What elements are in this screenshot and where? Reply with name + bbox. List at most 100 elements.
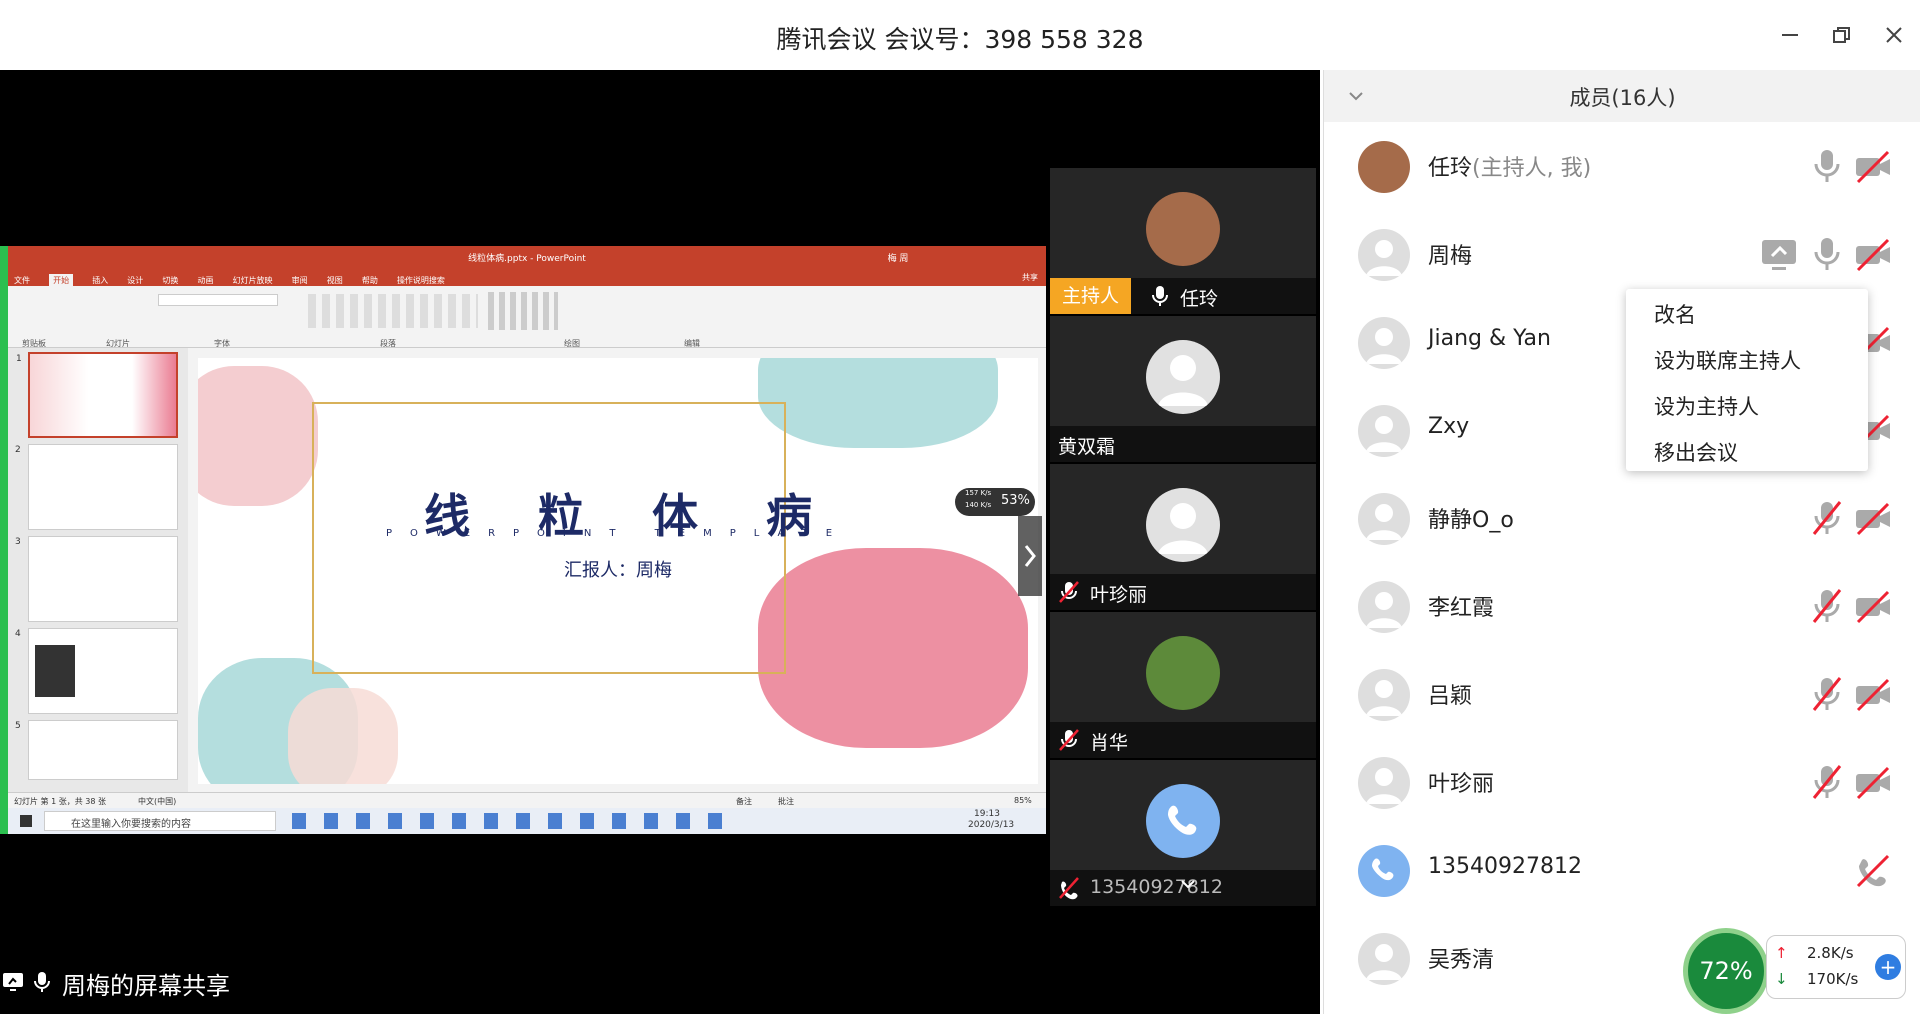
slide-reporter: 汇报人：周梅 <box>564 560 672 581</box>
restore-icon[interactable] <box>1822 18 1862 52</box>
ppt-status-bar: 幻灯片 第 1 张，共 38 张 中文(中国) 备注 批注 85% <box>8 792 1046 808</box>
mic-icon <box>32 970 52 1000</box>
mic-icon[interactable] <box>1808 146 1846 186</box>
slide-thumbnail[interactable]: 1 <box>16 352 178 438</box>
members-count-title: 成员(16人) <box>1569 86 1676 110</box>
avatar <box>1146 636 1220 710</box>
mic-icon <box>1150 284 1170 313</box>
video-off-icon[interactable] <box>1854 146 1892 186</box>
avatar <box>1358 405 1410 457</box>
mic-icon[interactable] <box>1808 234 1846 274</box>
avatar <box>1358 493 1410 545</box>
host-badge: 主持人 <box>1050 278 1132 314</box>
slide-thumbnail[interactable]: 4 <box>15 628 178 714</box>
member-row[interactable]: 静静O_o <box>1324 474 1920 562</box>
screen-share-icon <box>1760 234 1798 274</box>
close-icon[interactable] <box>1874 18 1914 52</box>
video-off-icon[interactable] <box>1854 234 1892 274</box>
taskbar-search-input[interactable]: 在这里输入你要搜索的内容 <box>44 811 276 831</box>
mic-muted-icon[interactable] <box>1808 762 1846 802</box>
video-tile[interactable]: 13540927812 <box>1050 760 1316 906</box>
video-off-icon[interactable] <box>1854 586 1892 626</box>
menu-item-remove[interactable]: 移出会议 <box>1654 437 1738 467</box>
slide-thumbnail[interactable]: 3 <box>15 536 178 622</box>
ppt-tab-review[interactable]: 审阅 <box>292 275 308 286</box>
phone-muted-icon <box>1058 876 1080 905</box>
member-row[interactable]: 李红霞 <box>1324 562 1920 650</box>
screen-share-owner: 周梅的屏幕共享 <box>62 972 230 1000</box>
video-off-icon[interactable] <box>1854 498 1892 538</box>
ppt-tab-design[interactable]: 设计 <box>127 275 143 286</box>
member-role-tag: (主持人, 我) <box>1472 156 1592 181</box>
download-speed: 170K/s <box>1807 970 1859 988</box>
windows-start-icon[interactable] <box>20 815 32 827</box>
members-panel: 成员(16人) 任玲(主持人, 我) 周梅 Jiang & Yan Zxy 静静… <box>1323 70 1920 1014</box>
current-slide: 线 粒 体 病 POWERPOINT TEMPLATE 汇报人：周梅 <box>198 358 1038 784</box>
screen-share-icon <box>2 970 26 1000</box>
menu-item-rename[interactable]: 改名 <box>1654 299 1696 329</box>
video-off-icon[interactable] <box>1854 762 1892 802</box>
member-row[interactable]: 13540927812 <box>1324 826 1920 914</box>
member-name: 任玲 <box>1428 156 1473 181</box>
ppt-tab-insert[interactable]: 插入 <box>92 275 108 286</box>
chevron-down-icon[interactable] <box>1178 874 1198 899</box>
phone-muted-icon[interactable] <box>1854 850 1892 890</box>
next-page-arrow[interactable] <box>1018 516 1042 596</box>
windows-taskbar: 在这里输入你要搜索的内容 19:13 2020/3/13 <box>8 808 1046 834</box>
video-name-bar: 肖华 <box>1050 722 1316 758</box>
ppt-tab-help[interactable]: 帮助 <box>362 275 378 286</box>
ppt-tab-animations[interactable]: 动画 <box>197 275 213 286</box>
avatar <box>1358 581 1410 633</box>
ppt-tell-me[interactable]: 操作说明搜索 <box>397 275 445 286</box>
ppt-title-bar: 线粒体病.pptx - PowerPoint 梅 周 <box>8 246 1046 268</box>
shared-ppt-window: 线粒体病.pptx - PowerPoint 梅 周 文件 开始 插入 设计 切… <box>0 246 1046 834</box>
video-tile[interactable]: 主持人 任玲 <box>1050 168 1316 314</box>
ppt-tab-transitions[interactable]: 切换 <box>162 275 178 286</box>
minimize-icon[interactable] <box>1770 18 1810 52</box>
ppt-share-button[interactable]: 共享 <box>1022 272 1038 283</box>
taskbar-app-icons[interactable] <box>292 813 732 829</box>
phone-avatar <box>1358 845 1410 897</box>
video-gallery: 主持人 任玲 黄双霜 叶珍丽 肖华 13540927812 <box>1050 168 1316 914</box>
comments-button[interactable]: 批注 <box>778 796 794 807</box>
video-tile[interactable]: 肖华 <box>1050 612 1316 758</box>
slide-thumbnail[interactable]: 2 <box>15 444 178 530</box>
ppt-tab-view[interactable]: 视图 <box>327 275 343 286</box>
avatar <box>1146 192 1220 266</box>
decor-blob <box>758 358 998 448</box>
avatar <box>1358 669 1410 721</box>
ribbon-group-drawing: 绘图 <box>564 339 580 348</box>
mic-muted-icon[interactable] <box>1808 498 1846 538</box>
menu-item-set-cohost[interactable]: 设为联席主持人 <box>1654 345 1801 375</box>
member-name: 周梅 <box>1428 244 1473 269</box>
avatar <box>1358 757 1410 809</box>
ribbon-group-font: 字体 <box>214 339 230 348</box>
mic-muted-icon[interactable] <box>1808 586 1846 626</box>
member-row[interactable]: 周梅 <box>1324 210 1920 298</box>
member-row[interactable]: 吕颖 <box>1324 650 1920 738</box>
slide-thumbnail[interactable]: 5 <box>15 720 178 780</box>
avatar <box>1358 141 1410 193</box>
video-tile[interactable]: 黄双霜 <box>1050 316 1316 462</box>
download-arrow-icon: ↓ <box>1775 970 1788 988</box>
member-row[interactable]: 任玲(主持人, 我) <box>1324 122 1920 210</box>
add-icon[interactable]: + <box>1875 954 1901 980</box>
meeting-title: 腾讯会议 会议号：398 558 328 <box>776 25 1144 54</box>
network-speed-panel: ↑ 2.8K/s ↓ 170K/s + <box>1766 935 1906 999</box>
member-name: 静静O_o <box>1428 508 1514 533</box>
ribbon-group-paragraph: 段落 <box>380 339 396 348</box>
mic-muted-icon[interactable] <box>1808 674 1846 714</box>
ppt-ribbon-tabs: 文件 开始 插入 设计 切换 动画 幻灯片放映 审阅 视图 帮助 操作说明搜索 … <box>8 268 1046 287</box>
video-off-icon[interactable] <box>1854 674 1892 714</box>
menu-item-set-host[interactable]: 设为主持人 <box>1654 391 1759 421</box>
video-tile[interactable]: 叶珍丽 <box>1050 464 1316 610</box>
slide-subtitle: POWERPOINT TEMPLATE <box>385 528 851 539</box>
avatar <box>1358 317 1410 369</box>
member-row[interactable]: 叶珍丽 <box>1324 738 1920 826</box>
zoom-level[interactable]: 85% <box>1014 796 1032 805</box>
ppt-tab-file[interactable]: 文件 <box>14 275 30 286</box>
notes-button[interactable]: 备注 <box>736 796 752 807</box>
ppt-tab-slideshow[interactable]: 幻灯片放映 <box>233 275 273 286</box>
network-usage-bubble[interactable]: 72% <box>1683 928 1769 1014</box>
upload-arrow-icon: ↑ <box>1775 944 1788 962</box>
